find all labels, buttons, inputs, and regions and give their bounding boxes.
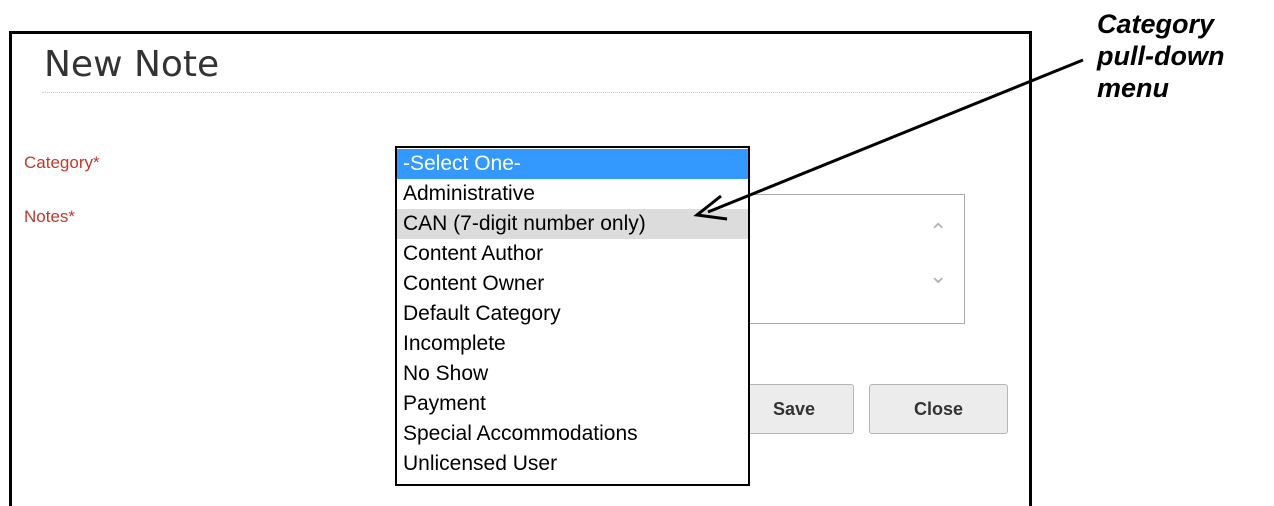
option-can[interactable]: CAN (7-digit number only)	[397, 209, 748, 239]
category-dropdown-list[interactable]: -Select One- Administrative CAN (7-digit…	[395, 146, 750, 486]
category-label: Category*	[24, 153, 100, 172]
save-button[interactable]: Save	[734, 384, 854, 434]
option-administrative[interactable]: Administrative	[397, 179, 748, 209]
option-payment[interactable]: Payment	[397, 389, 748, 419]
option-special-accommodations[interactable]: Special Accommodations	[397, 419, 748, 449]
title-divider	[42, 92, 1012, 93]
option-content-author[interactable]: Content Author	[397, 239, 748, 269]
annotation-line-3: menu	[1097, 73, 1170, 103]
option-unlicensed-user[interactable]: Unlicensed User	[397, 449, 748, 479]
option-select-one[interactable]: -Select One-	[397, 149, 748, 179]
notes-label: Notes*	[24, 207, 76, 226]
annotation-line-1: Category	[1097, 9, 1215, 39]
option-no-show[interactable]: No Show	[397, 359, 748, 389]
annotation-line-2: pull-down	[1097, 41, 1225, 71]
chevron-up-icon[interactable]: ⌃	[929, 222, 947, 244]
option-content-owner[interactable]: Content Owner	[397, 269, 748, 299]
option-default-category[interactable]: Default Category	[397, 299, 748, 329]
dialog-title: New Note	[44, 44, 220, 85]
annotation-label: Category pull-down menu	[1097, 8, 1224, 104]
chevron-down-icon[interactable]: ⌄	[929, 266, 947, 288]
close-button[interactable]: Close	[869, 384, 1008, 434]
option-incomplete[interactable]: Incomplete	[397, 329, 748, 359]
